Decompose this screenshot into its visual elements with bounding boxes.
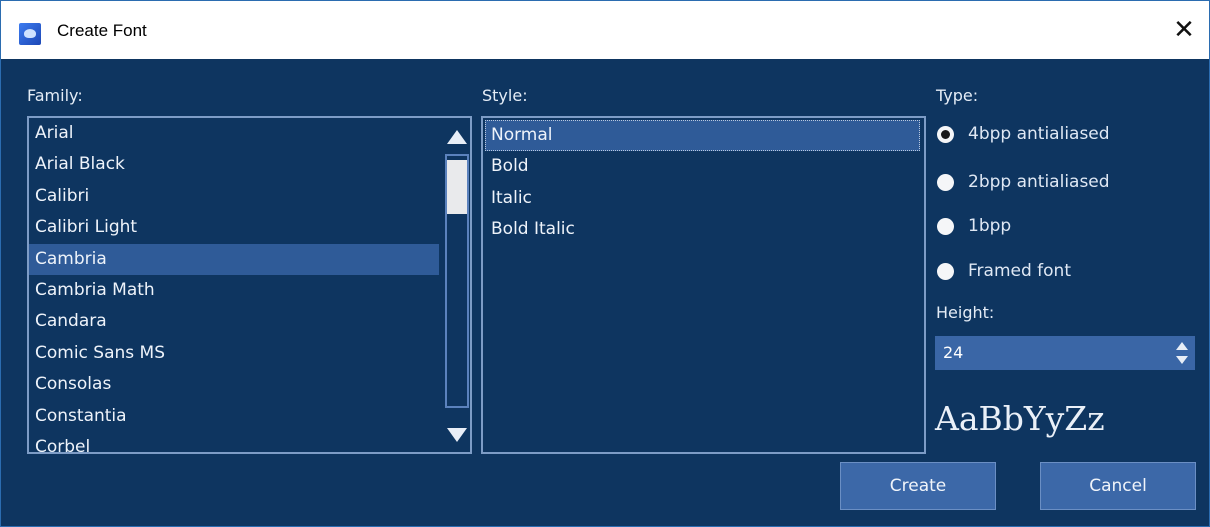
scrollbar-thumb[interactable] (447, 160, 467, 214)
family-item[interactable]: Corbel (29, 432, 470, 452)
font-preview: AaBbYyZz (935, 399, 1105, 438)
radio-checked-icon (937, 125, 954, 143)
radio-framed-font[interactable]: Framed font (937, 261, 1071, 281)
family-item[interactable]: Cambria Math (29, 275, 470, 306)
height-label: Height: (936, 303, 995, 322)
type-label: Type: (936, 86, 979, 105)
height-spinbox[interactable]: 24 (935, 336, 1195, 370)
style-listbox[interactable]: Normal Bold Italic Bold Italic (481, 116, 926, 454)
scroll-up-arrow-icon[interactable] (447, 130, 467, 144)
title-bar: Create Font ✕ (1, 1, 1209, 59)
radio-1bpp[interactable]: 1bpp (937, 216, 1011, 236)
height-value[interactable]: 24 (943, 343, 963, 362)
radio-unchecked-icon (937, 217, 954, 235)
family-item-selected[interactable]: Cambria (29, 243, 439, 275)
family-item[interactable]: Constantia (29, 401, 470, 432)
create-font-dialog: Create Font ✕ Family: Arial Arial Black … (0, 0, 1210, 527)
family-list-items: Arial Arial Black Calibri Calibri Light … (29, 118, 470, 452)
scroll-down-arrow-icon[interactable] (447, 428, 467, 442)
spin-up-arrow-icon[interactable] (1176, 342, 1188, 350)
style-label: Style: (482, 86, 528, 105)
family-item[interactable]: Calibri (29, 181, 470, 212)
radio-label: Framed font (968, 261, 1071, 281)
close-button[interactable]: ✕ (1159, 1, 1209, 59)
family-listbox[interactable]: Arial Arial Black Calibri Calibri Light … (27, 116, 472, 454)
family-item[interactable]: Comic Sans MS (29, 338, 470, 369)
radio-unchecked-icon (937, 262, 954, 280)
spin-down-arrow-icon[interactable] (1176, 356, 1188, 364)
radio-unchecked-icon (937, 173, 954, 191)
style-item-selected[interactable]: Normal (485, 120, 920, 152)
style-item[interactable]: Bold (485, 151, 920, 182)
family-item[interactable]: Candara (29, 306, 470, 337)
family-item[interactable]: Calibri Light (29, 212, 470, 243)
create-button[interactable]: Create (840, 462, 996, 510)
radio-label: 1bpp (968, 216, 1012, 236)
radio-label: 2bpp antialiased (968, 172, 1110, 192)
spin-arrows[interactable] (1175, 340, 1189, 366)
style-item[interactable]: Italic (485, 183, 920, 214)
radio-2bpp-antialiased[interactable]: 2bpp antialiased (937, 172, 1110, 192)
style-list-items: Normal Bold Italic Bold Italic (483, 118, 924, 246)
app-icon (19, 23, 41, 45)
family-item[interactable]: Arial (29, 118, 470, 149)
radio-4bpp-antialiased[interactable]: 4bpp antialiased (937, 124, 1110, 144)
window-title: Create Font (57, 21, 147, 40)
style-item[interactable]: Bold Italic (485, 214, 920, 245)
cancel-button[interactable]: Cancel (1040, 462, 1196, 510)
family-label: Family: (27, 86, 83, 105)
family-item[interactable]: Consolas (29, 369, 470, 400)
family-item[interactable]: Arial Black (29, 149, 470, 180)
dialog-content: Family: Arial Arial Black Calibri Calibr… (1, 59, 1209, 526)
radio-label: 4bpp antialiased (968, 124, 1110, 144)
family-scrollbar[interactable] (442, 118, 470, 452)
